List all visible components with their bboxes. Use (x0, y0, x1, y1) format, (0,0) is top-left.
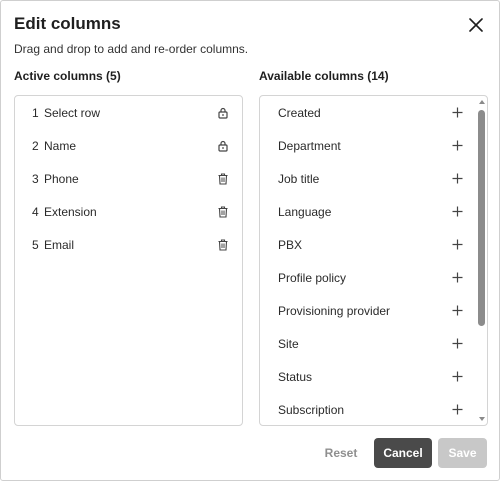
column-order-number: 2 (32, 138, 39, 153)
available-column-item[interactable]: PBX (260, 228, 487, 261)
available-column-item[interactable]: Status (260, 360, 487, 393)
column-label: Department (278, 138, 341, 153)
column-label: PBX (278, 237, 303, 252)
available-column-item[interactable]: Department (260, 129, 487, 162)
column-label: Phone (44, 171, 79, 186)
plus-icon[interactable] (450, 271, 464, 285)
column-order-number: 3 (32, 171, 39, 186)
column-label: Provisioning provider (278, 303, 391, 318)
active-column-item[interactable]: 2 Name (15, 129, 242, 162)
column-label: Profile policy (278, 270, 347, 285)
cancel-button[interactable]: Cancel (374, 438, 432, 468)
close-button[interactable] (466, 15, 486, 35)
dialog-subtitle: Drag and drop to add and re-order column… (14, 42, 249, 56)
plus-icon[interactable] (450, 106, 464, 120)
plus-icon[interactable] (450, 370, 464, 384)
column-order-number: 5 (32, 237, 39, 252)
column-label: Status (278, 369, 313, 384)
active-column-item[interactable]: 4 Extension (15, 195, 242, 228)
column-label: Created (278, 105, 321, 120)
available-column-item[interactable]: Language (260, 195, 487, 228)
lock-icon (217, 107, 229, 119)
dialog-title: Edit columns (14, 14, 121, 33)
plus-icon[interactable] (450, 205, 464, 219)
active-column-item[interactable]: 1 Select row (15, 96, 242, 129)
active-columns-list: 1 Select row 2 Name 3 Phone 4 Extension (14, 95, 243, 426)
column-order-number: 4 (32, 204, 39, 219)
save-button[interactable]: Save (438, 438, 487, 468)
scrollbar-thumb[interactable] (478, 110, 485, 326)
available-columns-heading: Available columns (14) (259, 69, 389, 83)
reset-button[interactable]: Reset (319, 438, 363, 468)
column-label: Select row (44, 105, 101, 120)
available-list-scrollbar[interactable] (477, 96, 487, 425)
plus-icon[interactable] (450, 337, 464, 351)
plus-icon[interactable] (450, 304, 464, 318)
available-column-item[interactable]: Profile policy (260, 261, 487, 294)
available-column-item[interactable]: Subscription (260, 393, 487, 425)
column-label: Email (44, 237, 75, 252)
column-label: Extension (44, 204, 97, 219)
column-label: Language (278, 204, 332, 219)
active-column-item[interactable]: 5 Email (15, 228, 242, 261)
plus-icon[interactable] (450, 172, 464, 186)
column-label: Subscription (278, 402, 345, 417)
available-column-item[interactable]: Provisioning provider (260, 294, 487, 327)
edit-columns-dialog: Edit columns Drag and drop to add and re… (0, 0, 500, 481)
column-label: Site (278, 336, 299, 351)
column-order-number: 1 (32, 105, 39, 120)
close-icon (469, 18, 483, 32)
trash-icon[interactable] (217, 205, 229, 218)
available-column-item[interactable]: Site (260, 327, 487, 360)
active-column-item[interactable]: 3 Phone (15, 162, 242, 195)
column-label: Job title (278, 171, 320, 186)
trash-icon[interactable] (217, 172, 229, 185)
column-label: Name (44, 138, 77, 153)
available-column-item[interactable]: Job title (260, 162, 487, 195)
available-column-item[interactable]: Created (260, 96, 487, 129)
plus-icon[interactable] (450, 403, 464, 417)
plus-icon[interactable] (450, 238, 464, 252)
active-columns-heading: Active columns (5) (14, 69, 121, 83)
trash-icon[interactable] (217, 238, 229, 251)
lock-icon (217, 140, 229, 152)
available-columns-list: Created Department Job title Language PB… (259, 95, 488, 426)
plus-icon[interactable] (450, 139, 464, 153)
scroll-down-arrow-icon[interactable] (479, 417, 485, 421)
scroll-up-arrow-icon[interactable] (479, 100, 485, 104)
